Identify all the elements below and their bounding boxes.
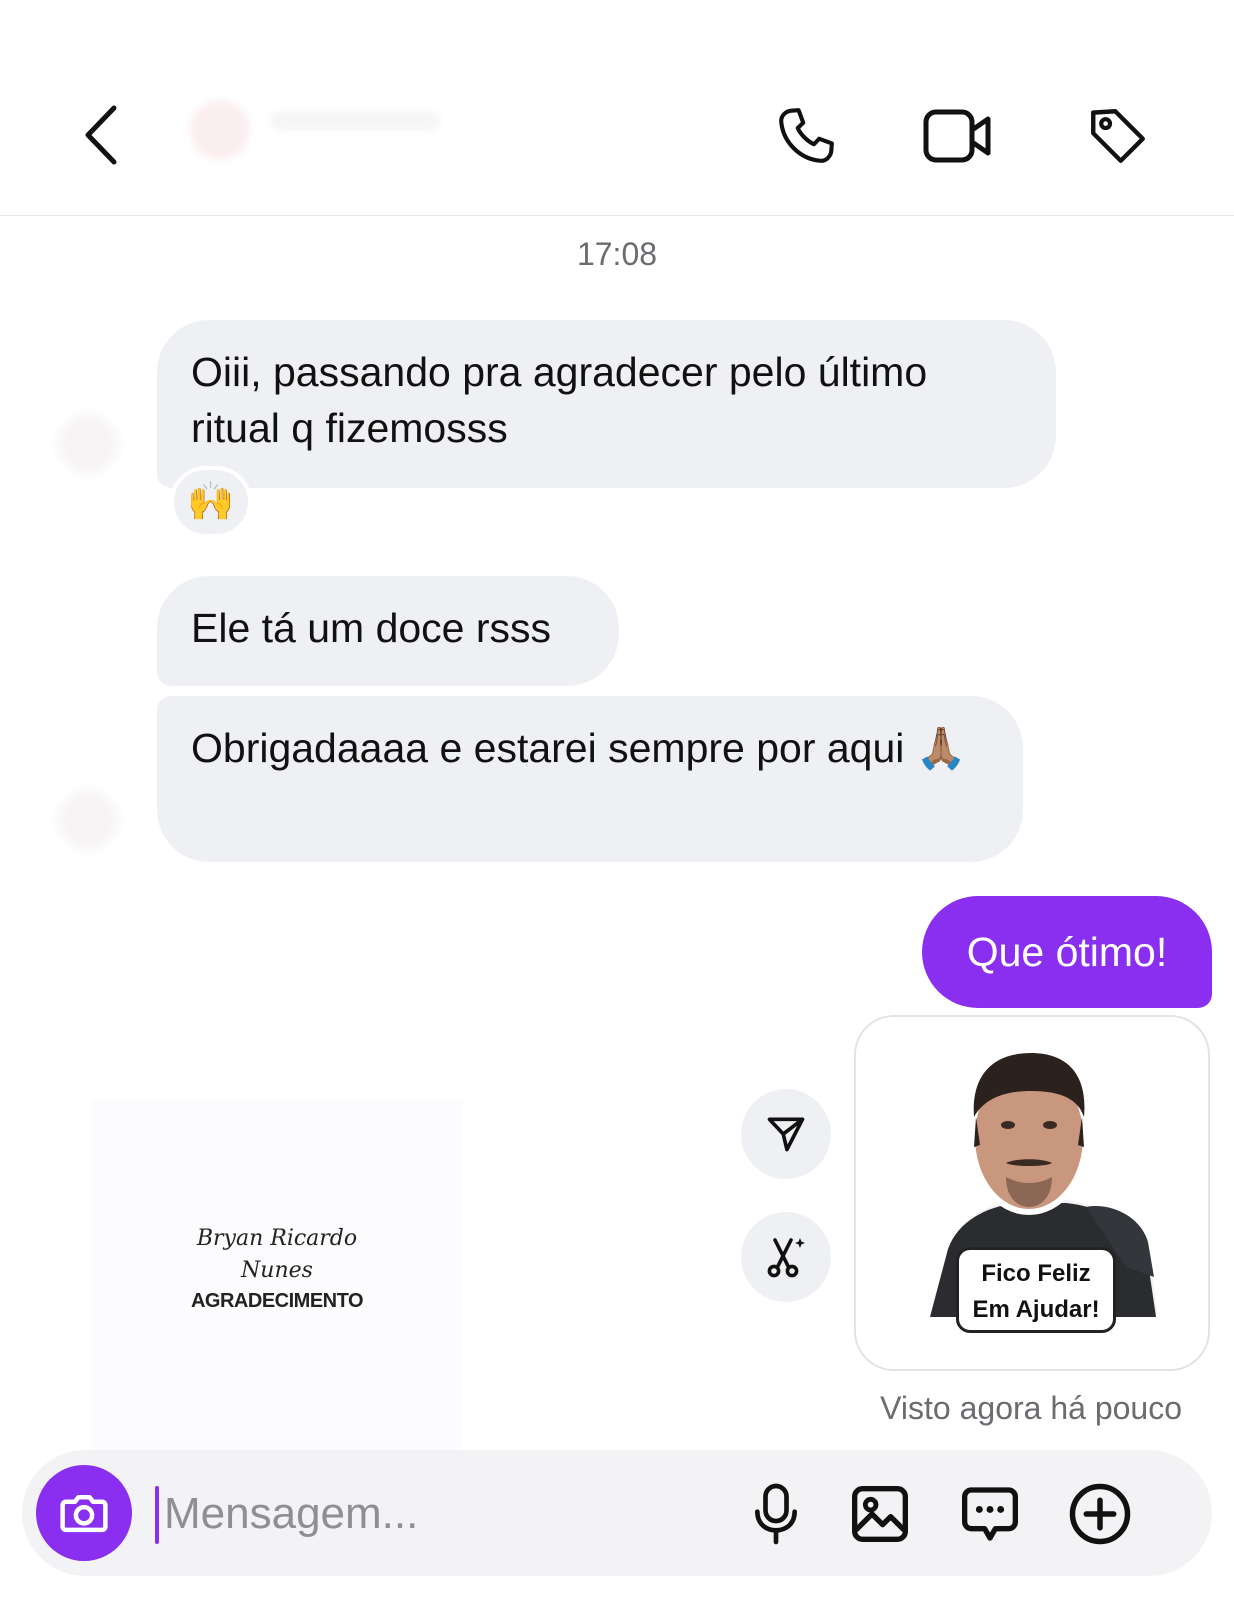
microphone-icon bbox=[755, 1483, 797, 1545]
sticker-message[interactable]: Fico Feliz Em Ajudar! bbox=[854, 1015, 1210, 1371]
incoming-message[interactable]: Oiii, passando pra agradecer pelo último… bbox=[157, 320, 1056, 488]
message-timestamp: 17:08 bbox=[576, 236, 658, 272]
contact-avatar[interactable] bbox=[190, 100, 250, 160]
message-reaction[interactable]: 🙌 bbox=[170, 466, 252, 538]
contact-name[interactable] bbox=[270, 112, 440, 130]
camera-icon bbox=[60, 1495, 108, 1533]
gallery-button[interactable] bbox=[844, 1478, 916, 1550]
voice-call-button[interactable] bbox=[770, 100, 842, 172]
tag-button[interactable] bbox=[1082, 100, 1154, 172]
watermark-line: Nunes bbox=[241, 1258, 313, 1283]
contact-avatar-small[interactable] bbox=[58, 414, 118, 474]
watermark-line: AGRADECIMENTO bbox=[190, 1290, 364, 1312]
contact-avatar-small[interactable] bbox=[58, 790, 118, 850]
text-caret bbox=[155, 1486, 159, 1544]
back-button[interactable] bbox=[70, 100, 130, 170]
plus-circle-icon bbox=[1069, 1483, 1131, 1545]
camera-button[interactable] bbox=[36, 1465, 132, 1561]
forward-button[interactable] bbox=[741, 1089, 831, 1179]
more-options-button[interactable] bbox=[1064, 1478, 1136, 1550]
send-icon bbox=[767, 1117, 805, 1152]
chevron-left-icon bbox=[85, 105, 117, 165]
message-text: Obrigadaaaa e estarei sempre por aqui 🙏🏽 bbox=[191, 725, 967, 771]
message-text: Que ótimo! bbox=[966, 929, 1168, 975]
video-camera-icon bbox=[923, 109, 991, 163]
chat-bubble-icon bbox=[962, 1487, 1018, 1541]
message-text: Oiii, passando pra agradecer pelo último… bbox=[191, 349, 928, 451]
sticker-caption-line: Em Ajudar! bbox=[972, 1296, 1100, 1323]
incoming-message[interactable]: Obrigadaaaa e estarei sempre por aqui 🙏🏽 bbox=[157, 696, 1023, 862]
tag-icon bbox=[1091, 109, 1145, 163]
image-icon bbox=[852, 1486, 908, 1542]
raising-hands-emoji: 🙌 bbox=[187, 481, 235, 523]
phone-icon bbox=[779, 108, 834, 163]
message-input[interactable] bbox=[162, 1478, 726, 1550]
watermark-line: Bryan Ricardo bbox=[196, 1226, 358, 1251]
outgoing-message[interactable]: Que ótimo! bbox=[922, 896, 1212, 1008]
seen-status: Visto agora há pouco bbox=[880, 1390, 1182, 1426]
voice-message-button[interactable] bbox=[744, 1478, 808, 1550]
quick-reply-button[interactable] bbox=[954, 1478, 1026, 1550]
chat-header bbox=[0, 0, 1234, 216]
cutout-button[interactable] bbox=[741, 1212, 831, 1302]
message-composer bbox=[22, 1450, 1212, 1576]
sticker-caption: Fico Feliz Em Ajudar! bbox=[956, 1247, 1116, 1333]
watermark: Bryan Ricardo Nunes AGRADECIMENTO bbox=[92, 1100, 462, 1450]
incoming-message[interactable]: Ele tá um doce rsss bbox=[157, 576, 619, 686]
scissors-sparkle-icon bbox=[767, 1238, 805, 1278]
sticker-caption-line: Fico Feliz bbox=[981, 1260, 1091, 1287]
video-call-button[interactable] bbox=[920, 100, 996, 172]
message-text: Ele tá um doce rsss bbox=[191, 605, 552, 651]
